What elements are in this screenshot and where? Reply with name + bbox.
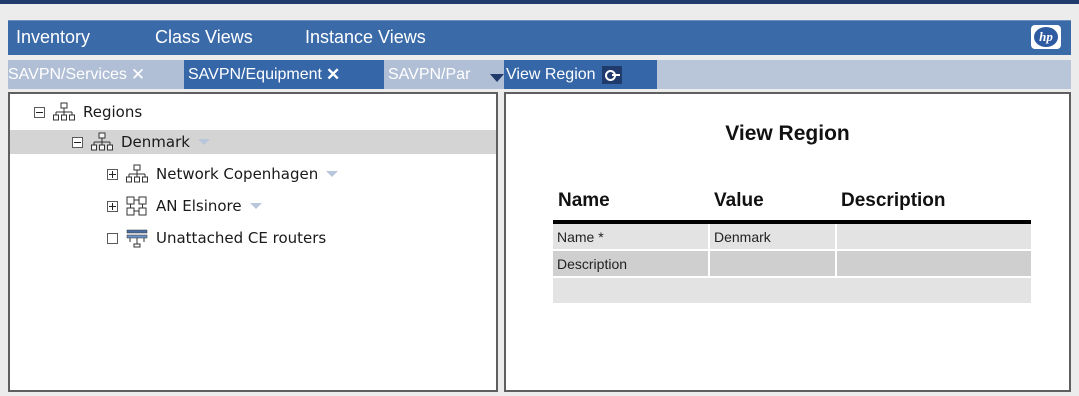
cell-name [553, 277, 709, 305]
dropdown-arrow-icon[interactable] [249, 203, 262, 209]
properties-table: Name Value Description Name * Denmark De… [553, 188, 1031, 305]
nav-inventory[interactable]: Inventory [16, 27, 90, 48]
cell-name: Name * [553, 222, 710, 251]
table-row [553, 277, 1031, 305]
app-window: Inventory Class Views Instance Views hp … [0, 0, 1079, 396]
close-icon[interactable]: ✕ [131, 65, 145, 85]
column-header-value: Value [709, 188, 836, 224]
close-icon[interactable]: ✕ [326, 65, 340, 85]
tab-bar: SAVPN/Services ✕ SAVPN/Equipment ✕ SAVPN… [8, 60, 1071, 89]
tab-savpn-par[interactable]: SAVPN/Par [384, 60, 504, 89]
router-icon [126, 229, 148, 248]
network-building-icon [126, 164, 148, 183]
tree-node-label: AN Elsinore [156, 197, 242, 215]
expand-toggle-icon[interactable] [107, 168, 118, 180]
access-network-icon [126, 196, 147, 216]
tree-node-label: Unattached CE routers [156, 229, 327, 247]
collapse-toggle-icon[interactable] [34, 106, 45, 118]
tab-label: SAVPN/Equipment [188, 65, 322, 83]
key-icon [601, 65, 622, 84]
cell-value [709, 277, 836, 305]
collapse-toggle-icon[interactable] [72, 136, 83, 148]
tree-node-label: Network Copenhagen [156, 165, 319, 183]
table-row: Name * Denmark [553, 222, 1031, 251]
table-header-row: Name Value Description [553, 188, 1031, 224]
tree-node-unattached-ce-routers[interactable]: Unattached CE routers [107, 226, 326, 250]
tree-node-an-elsinore[interactable]: AN Elsinore [107, 194, 262, 218]
cell-value [709, 250, 837, 278]
cell-description [836, 222, 1031, 251]
cell-name: Description [553, 250, 710, 278]
expand-toggle-icon[interactable] [107, 200, 118, 212]
hp-logo: hp [1031, 25, 1061, 49]
nav-class-views[interactable]: Class Views [155, 27, 253, 48]
tab-savpn-equipment[interactable]: SAVPN/Equipment ✕ [184, 60, 384, 89]
tab-view-region[interactable]: View Region [504, 60, 657, 89]
cell-description [836, 277, 1031, 305]
tab-label: View Region [506, 65, 596, 83]
tab-bar-filler [657, 60, 1071, 89]
view-region-panel: View Region Name Value Description Name … [504, 92, 1071, 392]
column-header-name: Name [553, 188, 709, 224]
tab-label: SAVPN/Par [388, 65, 471, 83]
tree-node-denmark[interactable]: Denmark [10, 130, 496, 154]
nav-instance-views[interactable]: Instance Views [305, 27, 426, 48]
network-building-icon [53, 102, 75, 121]
dropdown-arrow-icon[interactable] [326, 171, 339, 177]
tab-savpn-services[interactable]: SAVPN/Services ✕ [8, 60, 184, 89]
tree-node-network-copenhagen[interactable]: Network Copenhagen [107, 162, 339, 186]
tree-node-label: Denmark [121, 133, 190, 151]
chevron-down-icon[interactable] [490, 74, 504, 82]
tree-node-regions[interactable]: Regions [34, 100, 142, 124]
cell-value: Denmark [709, 222, 837, 251]
network-building-icon [91, 132, 113, 151]
leaf-toggle-icon[interactable] [107, 232, 118, 244]
page-title: View Region [725, 122, 850, 145]
hp-logo-text: hp [1034, 27, 1058, 47]
top-nav-bar: Inventory Class Views Instance Views hp [8, 20, 1071, 55]
tab-label: SAVPN/Services [8, 65, 127, 83]
window-top-strip [0, 0, 1079, 4]
dropdown-arrow-icon[interactable] [197, 139, 210, 145]
navigation-tree-panel: Regions Denmark Network Copenhagen AN El… [8, 92, 498, 392]
cell-description [836, 250, 1031, 278]
column-header-description: Description [836, 188, 1031, 224]
table-row: Description [553, 250, 1031, 278]
tree-node-label: Regions [83, 103, 143, 121]
